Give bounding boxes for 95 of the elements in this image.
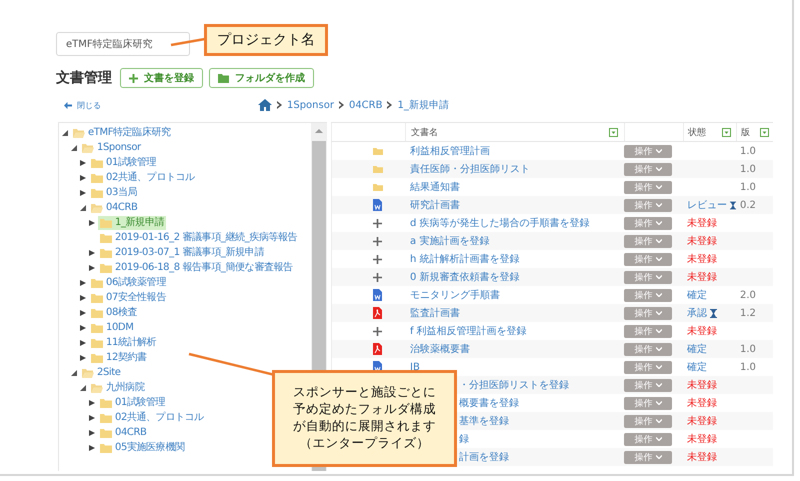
status-text: 未登録 xyxy=(687,324,717,338)
version-text: 1.2 xyxy=(740,308,756,318)
tree-item[interactable]: 06試験薬管理 xyxy=(89,276,168,290)
close-link[interactable]: 閉じる xyxy=(64,100,101,110)
action-dropdown-button[interactable]: 操作 xyxy=(624,360,672,374)
document-link[interactable]: d 疾病等が発生した場合の手順書を登録 xyxy=(410,216,590,230)
action-dropdown-button[interactable]: 操作 xyxy=(624,252,672,266)
status-text: 確定 xyxy=(687,288,707,302)
status-text: 未登録 xyxy=(687,396,717,410)
tree-item[interactable]: 02共通、プロトコル xyxy=(98,410,206,424)
action-dropdown-button[interactable]: 操作 xyxy=(624,324,672,338)
status-text: 確定 xyxy=(687,360,707,374)
tree-item[interactable]: 08検査 xyxy=(89,306,140,320)
status-text: 未登録 xyxy=(687,450,717,464)
version-text: 0.2 xyxy=(740,200,756,210)
breadcrumb-link[interactable]: 1_新規申請 xyxy=(397,98,449,112)
tree-item[interactable]: 11統計解析 xyxy=(89,336,158,350)
tree-item[interactable]: 05実施医療機関 xyxy=(98,440,187,454)
status-text: 未登録 xyxy=(687,270,717,284)
version-text: 1.0 xyxy=(740,164,756,174)
column-header: 状態 xyxy=(688,126,706,138)
tree-item[interactable]: 04CRB xyxy=(89,200,140,214)
action-dropdown-button[interactable]: 操作 xyxy=(624,162,672,176)
tree-item[interactable]: 2Site xyxy=(80,366,123,380)
action-dropdown-button[interactable]: 操作 xyxy=(624,396,672,410)
column-header: 版 xyxy=(741,126,750,138)
tree-item[interactable]: 1Sponsor xyxy=(80,140,143,154)
version-text: 2.0 xyxy=(740,290,756,300)
breadcrumb-link[interactable]: 04CRB xyxy=(348,100,382,110)
document-link[interactable]: 計画を登録 xyxy=(459,450,509,464)
annotation-tooltip: スポンサーと施設ごとに 予め定めたフォルダ構成 が自動的に展開されます （エンタープライズ） xyxy=(272,370,457,467)
tree-item[interactable]: 1_新規申請 xyxy=(98,216,166,230)
action-dropdown-button[interactable]: 操作 xyxy=(624,234,672,248)
document-link[interactable]: 責任医師・分担医師リスト xyxy=(410,162,530,176)
version-text: 1.0 xyxy=(740,362,756,372)
status-text: 未登録 xyxy=(687,414,717,428)
document-link[interactable]: h 統計解析計画書を登録 xyxy=(410,252,520,266)
document-link[interactable]: IB xyxy=(410,362,420,372)
document-link[interactable]: ・分担医師リストを登録 xyxy=(459,378,569,392)
document-link[interactable]: モニタリング手順書 xyxy=(410,288,500,302)
document-link[interactable]: f 利益相反管理計画を登録 xyxy=(410,324,527,338)
document-link[interactable]: 0 新規審査依頼書を登録 xyxy=(410,270,520,284)
action-dropdown-button[interactable]: 操作 xyxy=(624,198,672,212)
tree-item[interactable]: 九州病院 xyxy=(89,380,146,394)
tree-item[interactable]: 07安全性報告 xyxy=(89,290,168,304)
status-text: 未登録 xyxy=(687,234,717,248)
field-value: eTMF特定臨床研究 xyxy=(66,38,153,51)
action-dropdown-button[interactable]: 操作 xyxy=(624,378,672,392)
action-dropdown-button[interactable]: 操作 xyxy=(624,342,672,356)
document-link[interactable]: 概要書を登録 xyxy=(459,396,519,410)
action-dropdown-button[interactable]: 操作 xyxy=(624,180,672,194)
tree-item[interactable]: 04CRB xyxy=(98,426,149,440)
document-link[interactable]: 結果通知書 xyxy=(410,180,460,194)
document-link[interactable]: 監査計画書 xyxy=(410,306,460,320)
tree-item[interactable]: 10DM xyxy=(89,320,136,334)
document-link[interactable]: 録 xyxy=(459,432,469,446)
column-header: 文書名 xyxy=(411,126,438,138)
status-text: 未登録 xyxy=(687,216,717,230)
status-text: レビュー xyxy=(687,199,727,212)
tree-item[interactable]: 2019-03-07_1 審議事項_新規申請 xyxy=(98,246,266,260)
document-link[interactable]: a 実施計画を登録 xyxy=(410,234,490,248)
tree-item[interactable]: eTMF特定臨床研究 xyxy=(71,126,173,140)
action-dropdown-button[interactable]: 操作 xyxy=(624,414,672,428)
callout-label: プロジェクト名 xyxy=(204,24,328,56)
document-link[interactable]: 研究計画書 xyxy=(410,198,460,212)
action-dropdown-button[interactable]: 操作 xyxy=(624,432,672,446)
tree-item[interactable]: 02共通、プロトコル xyxy=(89,170,197,184)
status-text: 未登録 xyxy=(687,378,717,392)
action-dropdown-button[interactable]: 操作 xyxy=(624,216,672,230)
status-text: 承認 xyxy=(687,306,707,320)
tree-item[interactable]: 2019-06-18_8 報告事項_簡便な審査報告 xyxy=(98,260,295,274)
tree-item[interactable]: 2019-01-16_2 審議事項_継続_疾病等報告 xyxy=(98,230,300,244)
action-dropdown-button[interactable]: 操作 xyxy=(624,144,672,158)
status-text: 確定 xyxy=(687,342,707,356)
status-text: 未登録 xyxy=(687,252,717,266)
version-text: 1.0 xyxy=(740,146,756,156)
breadcrumb-link[interactable]: 1Sponsor xyxy=(287,100,334,110)
document-link[interactable]: 治験薬概要書 xyxy=(410,342,470,356)
tree-item[interactable]: 01試験管理 xyxy=(98,396,168,410)
document-link[interactable]: 利益相反管理計画 xyxy=(410,144,490,158)
document-link[interactable]: 基準を登録 xyxy=(459,414,509,428)
status-text: 未登録 xyxy=(687,432,717,446)
action-dropdown-button[interactable]: 操作 xyxy=(624,306,672,320)
page-heading: 文書管理 xyxy=(56,69,112,87)
version-text: 1.0 xyxy=(740,182,756,192)
add-document-button[interactable]: 文書を登録 xyxy=(120,68,203,88)
create-folder-button[interactable]: フォルダを作成 xyxy=(209,68,314,88)
action-dropdown-button[interactable]: 操作 xyxy=(624,450,672,464)
tree-item[interactable]: 03当局 xyxy=(89,186,140,200)
action-dropdown-button[interactable]: 操作 xyxy=(624,270,672,284)
tree-item[interactable]: 12契約書 xyxy=(89,350,149,364)
project-name-field[interactable]: eTMF特定臨床研究 xyxy=(56,32,190,56)
tree-item[interactable]: 01試験管理 xyxy=(89,156,158,170)
action-dropdown-button[interactable]: 操作 xyxy=(624,288,672,302)
version-text: 1.0 xyxy=(740,344,756,354)
